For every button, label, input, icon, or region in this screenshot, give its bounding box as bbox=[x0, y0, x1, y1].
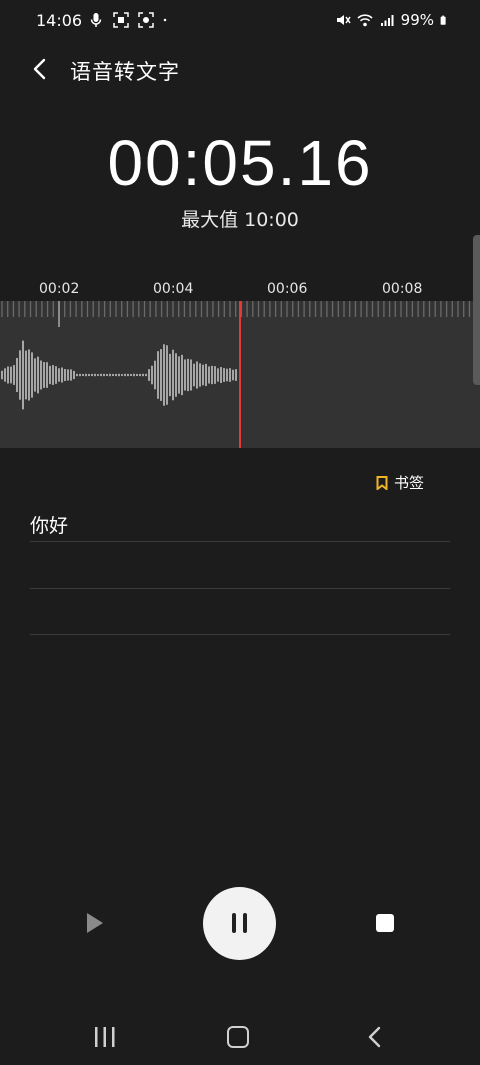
home-icon[interactable] bbox=[227, 1026, 249, 1048]
timeline-label: 00:06 bbox=[267, 281, 308, 297]
timeline-label: 00:02 bbox=[39, 281, 80, 297]
navigation-bar bbox=[0, 1010, 480, 1065]
bookmark-label: 书签 bbox=[394, 474, 425, 492]
status-left-icons bbox=[88, 12, 171, 28]
bookmark-icon bbox=[376, 475, 388, 490]
battery-icon bbox=[440, 15, 446, 25]
mic-icon bbox=[90, 13, 102, 27]
page-title: 语音转文字 bbox=[70, 60, 180, 84]
wifi-icon bbox=[357, 14, 373, 27]
screen-capture-icon bbox=[113, 12, 129, 28]
mute-icon bbox=[336, 15, 351, 25]
timeline-label: 00:08 bbox=[382, 281, 423, 297]
screen-record-icon bbox=[138, 12, 154, 28]
recents-icon[interactable] bbox=[92, 1026, 118, 1048]
elapsed-time: 00:05.16 bbox=[107, 127, 373, 199]
play-icon[interactable] bbox=[80, 908, 110, 938]
status-time: 14:06 bbox=[36, 11, 83, 30]
app-bar: 语音转文字 bbox=[0, 48, 480, 92]
max-duration-label: 最大值 10:00 bbox=[181, 209, 299, 231]
status-right-icons: 99% bbox=[335, 11, 450, 29]
bookmark-button[interactable]: 书签 bbox=[376, 472, 424, 493]
waveform bbox=[1, 301, 476, 448]
battery-percent: 99% bbox=[400, 11, 434, 29]
divider bbox=[30, 541, 450, 542]
voice-recorder-screen: 14:06 99% 语音转文字 00:05.16 最大值 10:00 00:02… bbox=[0, 0, 480, 1065]
dot-icon bbox=[163, 18, 167, 22]
waveform-panel[interactable] bbox=[0, 301, 480, 448]
pause-icon bbox=[243, 913, 247, 933]
chevron-left-icon[interactable] bbox=[26, 54, 56, 84]
stop-icon[interactable] bbox=[376, 914, 394, 932]
pause-button[interactable] bbox=[203, 887, 276, 960]
pause-icon bbox=[232, 913, 236, 933]
divider bbox=[30, 634, 450, 635]
divider bbox=[30, 588, 450, 589]
timeline-label: 00:04 bbox=[153, 281, 194, 297]
status-bar: 14:06 99% bbox=[0, 0, 480, 42]
scrollbar[interactable] bbox=[473, 235, 480, 385]
signal-icon bbox=[380, 15, 394, 26]
transcript-line: 你好 bbox=[30, 515, 69, 537]
back-icon[interactable] bbox=[362, 1024, 388, 1050]
